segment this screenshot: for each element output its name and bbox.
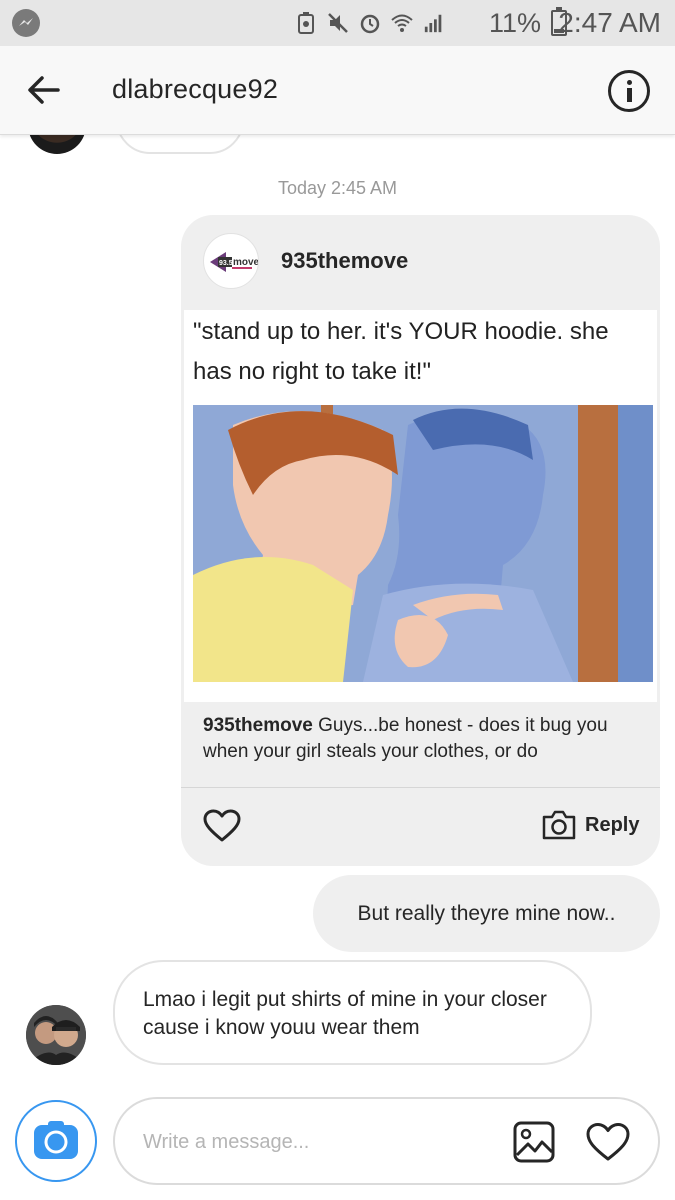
post-caption: 935themove Guys...be honest - does it bu… [203, 713, 643, 765]
status-icons [295, 9, 445, 37]
send-heart-icon[interactable] [585, 1122, 631, 1162]
message-composer [113, 1097, 660, 1185]
chat-username[interactable]: dlabrecque92 [112, 74, 278, 105]
signal-icon [423, 12, 445, 34]
battery-percent: 11% [488, 8, 541, 38]
camera-button[interactable] [15, 1100, 97, 1182]
post-account-avatar[interactable]: 93.5 move [203, 233, 259, 289]
battery-saver-icon [295, 12, 317, 34]
meme-caption: "stand up to her. it's YOUR hoodie. she … [193, 318, 609, 385]
shared-post-card[interactable]: 93.5 move 935themove "stand up to her. i… [181, 215, 660, 866]
messenger-icon [12, 9, 40, 37]
reply-button[interactable]: Reply [541, 805, 639, 845]
gallery-button[interactable] [513, 1121, 555, 1163]
avatar[interactable] [26, 1005, 86, 1065]
meme-illustration [193, 405, 653, 682]
wifi-icon [391, 12, 413, 34]
status-bar: 11% 2:47 AM [0, 0, 675, 46]
received-message-bubble[interactable]: Lmao i legit put shirts of mine in your … [113, 960, 592, 1065]
camera-icon [34, 1121, 78, 1159]
back-arrow-icon[interactable] [24, 70, 64, 110]
sent-message-bubble[interactable]: But really theyre mine now.. [313, 875, 660, 952]
message-timestamp: Today 2:45 AM [277, 178, 398, 198]
profile-photo [26, 1005, 86, 1065]
svg-text:move: move [233, 257, 259, 268]
message-input[interactable] [143, 1125, 483, 1159]
reply-label: Reply [585, 813, 640, 836]
post-account-name[interactable]: 935themove [281, 248, 408, 274]
status-time: 2:47 AM [558, 7, 661, 38]
alarm-icon [359, 12, 381, 34]
info-icon[interactable] [608, 70, 650, 112]
divider [181, 787, 660, 788]
svg-text:93.5: 93.5 [219, 260, 233, 267]
935-logo-icon: 93.5 move [210, 252, 259, 272]
caption-username: 935themove [203, 715, 313, 736]
mute-icon [327, 12, 349, 34]
like-heart-icon[interactable] [203, 809, 241, 843]
post-image[interactable]: "stand up to her. it's YOUR hoodie. she … [184, 310, 657, 702]
gallery-icon [513, 1121, 555, 1163]
chat-header: dlabrecque92 [0, 46, 675, 135]
post-header[interactable]: 93.5 move 935themove [203, 233, 408, 289]
camera-outline-icon [542, 810, 576, 840]
